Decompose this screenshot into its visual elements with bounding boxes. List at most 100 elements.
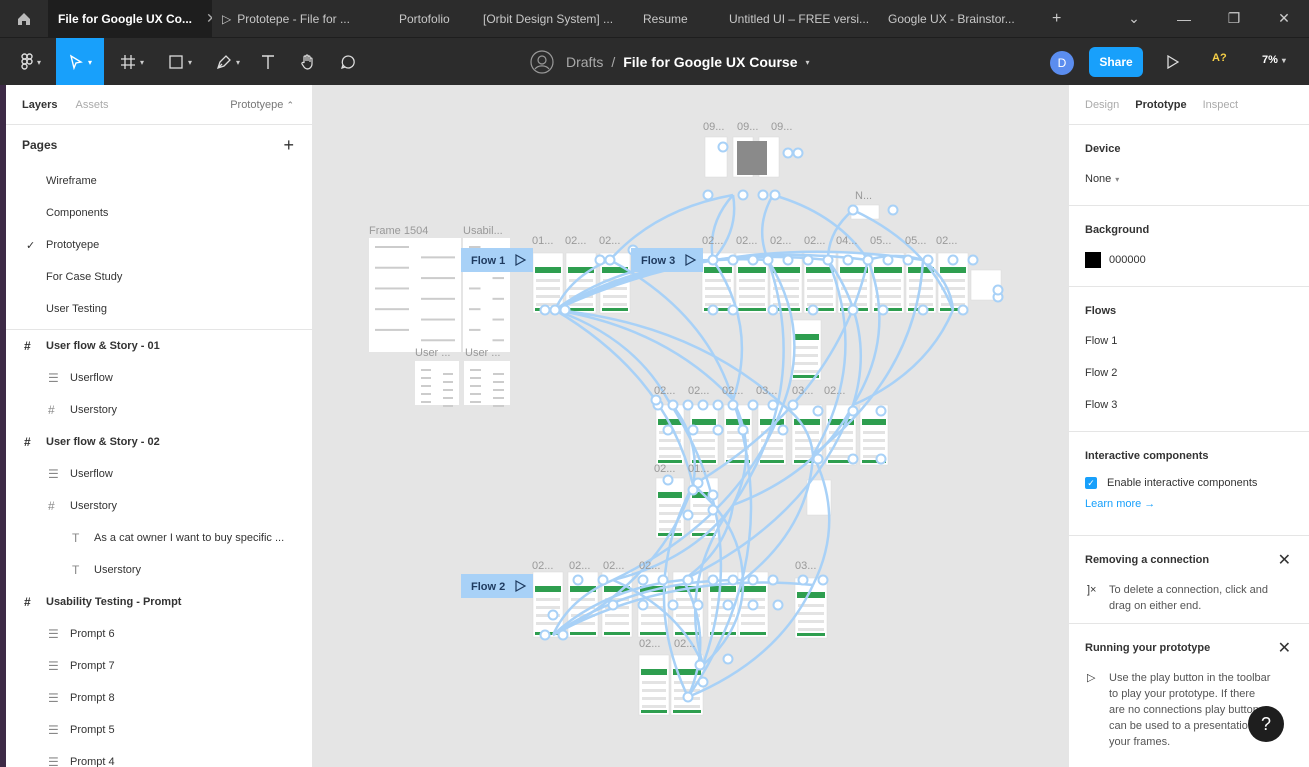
screen-banner [874, 267, 902, 273]
tab-file-google-ux[interactable]: File for Google UX Co... ✕ [48, 0, 212, 37]
file-name[interactable]: File for Google UX Course [623, 54, 797, 70]
page-item[interactable]: ✓ Prototyepe [6, 229, 312, 261]
move-tool-button[interactable]: ▾ [56, 38, 104, 86]
comment-tool-button[interactable] [334, 38, 362, 86]
page-item[interactable]: Components [6, 197, 312, 229]
chevron-down-icon[interactable]: ▾ [805, 58, 809, 67]
accessibility-check-button[interactable]: A? [1212, 52, 1227, 64]
chevron-down-icon[interactable]: ⌄ [1109, 0, 1159, 37]
text-line [492, 297, 504, 300]
layer-item[interactable]: # Usability Testing - Prompt [6, 586, 312, 618]
text-tool-button[interactable] [254, 38, 282, 86]
canvas[interactable]: Frame 1504 Usabil... User ... User ... 09...… [313, 85, 1068, 767]
background-color-field[interactable]: 000000 [1085, 244, 1293, 276]
connector-handle [707, 254, 719, 266]
layer-item[interactable]: ☰ Userflow [6, 362, 312, 394]
flow-item[interactable]: Flow 1 [1085, 325, 1293, 357]
close-icon[interactable]: ✕ [1278, 638, 1291, 658]
tab-inspect[interactable]: Inspect [1203, 99, 1238, 111]
frame-tool-button[interactable]: ▾ [110, 38, 154, 86]
layer-item[interactable]: T As a cat owner I want to buy specific .… [6, 522, 312, 554]
shape-tool-button[interactable]: ▾ [158, 38, 202, 86]
screen-line [605, 614, 629, 617]
page-item[interactable]: For Case Study [6, 261, 312, 293]
checkbox-checked-icon[interactable]: ✓ [1085, 477, 1097, 489]
avatar[interactable]: D [1050, 51, 1074, 75]
connector-handle [737, 424, 749, 436]
flow-item[interactable]: Flow 2 [1085, 357, 1293, 389]
screen-line [875, 287, 901, 290]
layer-item[interactable]: ☰ Prompt 7 [6, 650, 312, 682]
screen-label: 02... [639, 560, 660, 572]
learn-more-link[interactable]: Learn more → [1085, 498, 1293, 510]
tab-label: [Orbit Design System] ... [483, 11, 614, 26]
layer-item[interactable]: # User flow & Story - 01 [6, 330, 312, 362]
connector-handle [782, 147, 794, 159]
new-tab-icon[interactable]: + [1042, 0, 1082, 37]
screen-label: 09... [703, 121, 724, 133]
device-select[interactable]: None ▾ [1085, 163, 1293, 195]
color-swatch[interactable] [1085, 252, 1101, 268]
screen-banner [692, 419, 716, 425]
screen-banner [797, 592, 825, 598]
layer-item[interactable]: ☰ Prompt 4 [6, 746, 312, 767]
screen-line [794, 370, 818, 373]
layer-item[interactable]: # Userstory [6, 394, 312, 426]
layer-item[interactable]: # User flow & Story - 02 [6, 426, 312, 458]
connector-handle [757, 189, 769, 201]
page-item[interactable]: User Testing [6, 293, 312, 325]
hand-tool-button[interactable] [294, 38, 322, 86]
minimize-icon[interactable]: — [1159, 0, 1209, 37]
close-window-icon[interactable]: ✕ [1259, 0, 1309, 37]
tab-resume[interactable]: Resume [633, 0, 713, 37]
connector-handle [797, 574, 809, 586]
share-button[interactable]: Share [1089, 47, 1143, 77]
layer-label: Prompt 5 [70, 724, 115, 736]
connector-handle [847, 453, 859, 465]
close-icon[interactable]: ✕ [1278, 550, 1291, 570]
tab-portofolio[interactable]: Portofolio [377, 0, 469, 37]
tab-orbit[interactable]: [Orbit Design System] ... [469, 0, 633, 37]
screen-bottom-bar [797, 633, 825, 636]
toolbar: ▾ ▾ ▾ ▾ ▾ Drafts / File for Google UX Co… [0, 37, 1309, 86]
layer-item[interactable]: ☰ Prompt 6 [6, 618, 312, 650]
layer-item[interactable]: ☰ Userflow [6, 458, 312, 490]
screen-line [642, 705, 666, 708]
page-selector[interactable]: Prototyepe ⌃ [230, 99, 294, 111]
tab-prototype[interactable]: ▷ Prototepe - File for ... [212, 0, 377, 37]
layer-item[interactable]: # Userstory [6, 490, 312, 522]
screen-banner [641, 669, 667, 675]
layer-item[interactable]: ☰ Prompt 8 [6, 682, 312, 714]
frame-icon: # [24, 595, 31, 609]
text-line [443, 397, 453, 399]
connector-handle [747, 574, 759, 586]
tab-layers[interactable]: Layers [22, 99, 57, 111]
tab-design[interactable]: Design [1085, 99, 1119, 111]
text-line [469, 287, 481, 290]
zoom-level[interactable]: 7% ▾ [1262, 54, 1286, 66]
connector-handle [917, 304, 929, 316]
screen-line [674, 705, 700, 708]
help-button[interactable]: ? [1248, 706, 1284, 742]
home-icon[interactable] [0, 0, 48, 37]
layer-item[interactable]: T Userstory [6, 554, 312, 586]
screen-bottom-bar [570, 632, 596, 635]
page-item[interactable]: Wireframe [6, 165, 312, 197]
flow-item[interactable]: Flow 3 [1085, 389, 1293, 421]
interactive-checkbox-row[interactable]: ✓ Enable interactive components [1085, 468, 1293, 498]
pen-tool-button[interactable]: ▾ [206, 38, 250, 86]
tab-prototype[interactable]: Prototype [1135, 99, 1186, 111]
present-button[interactable] [1160, 38, 1186, 86]
main-menu-button[interactable]: ▾ [6, 38, 56, 86]
add-page-icon[interactable]: + [283, 135, 294, 156]
restore-icon[interactable]: ❐ [1209, 0, 1259, 37]
frame-icon: # [24, 339, 31, 353]
connector-handle [694, 659, 706, 671]
text-line [421, 318, 455, 321]
tab-assets[interactable]: Assets [75, 99, 108, 111]
breadcrumb-drafts[interactable]: Drafts [566, 54, 603, 70]
tab-untitled-ui[interactable]: Untitled UI – FREE versi... [713, 0, 878, 37]
layer-item[interactable]: ☰ Prompt 5 [6, 714, 312, 746]
comment-icon [340, 55, 355, 70]
tab-brainstorm[interactable]: Google UX - Brainstor... [878, 0, 1042, 37]
